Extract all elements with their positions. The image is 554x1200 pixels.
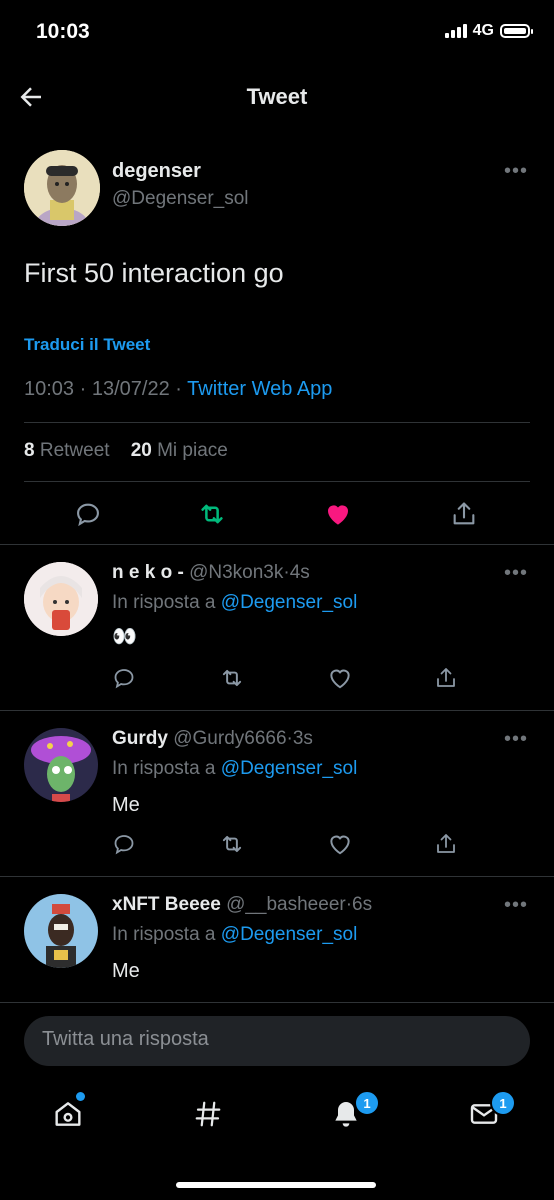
- reply-author-handle[interactable]: @__basheeer: [226, 894, 346, 915]
- reply-icon: [77, 503, 99, 527]
- share-button[interactable]: [448, 498, 480, 530]
- retweet-button[interactable]: [218, 830, 246, 858]
- more-options-button[interactable]: •••: [504, 562, 528, 585]
- separator: ·: [79, 378, 87, 400]
- tweet-meta: 10:03 · 13/07/22 · Twitter Web App: [24, 378, 332, 401]
- avatar-image: [24, 894, 98, 968]
- retweet-icon: [222, 669, 242, 687]
- reply-age: 3s: [292, 728, 313, 749]
- reply-author-handle[interactable]: @N3kon3k: [189, 562, 283, 583]
- notifications-badge: 1: [354, 1090, 380, 1116]
- like-button[interactable]: [326, 664, 354, 692]
- share-icon: [437, 834, 455, 853]
- avatar-image: [24, 562, 98, 636]
- reply-button[interactable]: [110, 664, 138, 692]
- reply-author-name[interactable]: n e k o -: [112, 562, 184, 583]
- hashtag-icon: [195, 1101, 221, 1127]
- avatar[interactable]: [24, 728, 98, 802]
- share-icon: [437, 668, 455, 687]
- reply-icon: [114, 669, 134, 689]
- share-button[interactable]: [432, 830, 460, 858]
- author-name[interactable]: degenser: [112, 160, 201, 183]
- reply-author-name[interactable]: Gurdy: [112, 728, 168, 749]
- home-unread-dot: [76, 1092, 85, 1101]
- reply-text: 👀: [112, 624, 137, 648]
- status-time: 10:03: [36, 20, 90, 43]
- home-indicator: [176, 1182, 376, 1188]
- divider: [0, 710, 554, 711]
- heart-icon: [330, 835, 350, 855]
- reply-to-link[interactable]: @Degenser_sol: [221, 592, 358, 613]
- more-options-button[interactable]: •••: [504, 894, 528, 917]
- reply-header: Gurdy @Gurdy6666·3s: [112, 728, 313, 750]
- retweet-button[interactable]: [196, 498, 228, 530]
- reply-context: In risposta a @Degenser_sol: [112, 924, 357, 946]
- tweet-source[interactable]: Twitter Web App: [187, 378, 332, 400]
- tab-explore[interactable]: [188, 1094, 228, 1134]
- status-indicators: 4G: [444, 22, 533, 40]
- tweet-stats: 8 Retweet 20 Mi piace: [24, 440, 228, 462]
- reply-age: 6s: [352, 894, 373, 915]
- signal-icon: [444, 24, 467, 38]
- page-title: Tweet: [246, 84, 308, 109]
- share-button[interactable]: [432, 664, 460, 692]
- retweet-count-value: 8: [24, 440, 35, 461]
- retweet-icon: [201, 504, 223, 524]
- reply-to-link[interactable]: @Degenser_sol: [221, 924, 358, 945]
- more-options-button[interactable]: •••: [504, 160, 528, 183]
- battery-icon: [500, 24, 533, 38]
- avatar[interactable]: [24, 150, 100, 226]
- reply-prefix: In risposta a: [112, 592, 216, 613]
- reply-header: xNFT Beeee @__basheeer·6s: [112, 894, 372, 916]
- heart-icon: [330, 669, 350, 689]
- reply-to-link[interactable]: @Degenser_sol: [221, 758, 358, 779]
- avatar-image: [24, 728, 98, 802]
- like-count[interactable]: 20 Mi piace: [131, 440, 228, 461]
- reply-author-name[interactable]: xNFT Beeee: [112, 894, 221, 915]
- like-button[interactable]: [326, 830, 354, 858]
- tweet-date: 13/07/22: [91, 378, 170, 400]
- reply-icon: [114, 835, 134, 855]
- reply-prefix: In risposta a: [112, 924, 216, 945]
- reply-compose-input[interactable]: Twitta una risposta: [24, 1016, 530, 1066]
- reply-header: n e k o - @N3kon3k·4s: [112, 562, 310, 584]
- reply-text: Me: [112, 960, 140, 982]
- divider: [0, 876, 554, 877]
- author-handle[interactable]: @Degenser_sol: [112, 188, 249, 210]
- home-icon: [55, 1102, 81, 1126]
- retweet-button[interactable]: [218, 664, 246, 692]
- reply-prefix: In risposta a: [112, 758, 216, 779]
- more-options-button[interactable]: •••: [504, 728, 528, 751]
- retweet-icon: [222, 835, 242, 853]
- translate-link[interactable]: Traduci il Tweet: [24, 335, 150, 355]
- like-count-value: 20: [130, 440, 152, 461]
- reply-author-handle[interactable]: @Gurdy6666: [173, 728, 286, 749]
- retweet-count-label: Retweet: [39, 440, 110, 461]
- divider: [0, 1002, 554, 1003]
- tweet-text: First 50 interaction go: [24, 258, 284, 288]
- messages-badge: 1: [490, 1090, 516, 1116]
- reply-button[interactable]: [110, 830, 138, 858]
- retweet-count[interactable]: 8 Retweet: [24, 440, 110, 461]
- divider: [0, 544, 554, 545]
- reply-button[interactable]: [72, 498, 104, 530]
- like-count-label: Mi piace: [157, 440, 228, 461]
- avatar-image: [24, 150, 100, 226]
- share-icon: [453, 502, 475, 525]
- reply-context: In risposta a @Degenser_sol: [112, 758, 357, 780]
- reply-text: Me: [112, 794, 140, 816]
- like-button[interactable]: [322, 498, 354, 530]
- reply-context: In risposta a @Degenser_sol: [112, 592, 357, 614]
- network-label: 4G: [472, 22, 494, 39]
- heart-filled-icon: [328, 505, 348, 525]
- tweet-time: 10:03: [24, 378, 75, 400]
- divider: [24, 481, 530, 482]
- reply-age: 4s: [289, 562, 310, 583]
- separator: ·: [175, 378, 182, 400]
- divider: [24, 422, 530, 423]
- avatar[interactable]: [24, 894, 98, 968]
- avatar[interactable]: [24, 562, 98, 636]
